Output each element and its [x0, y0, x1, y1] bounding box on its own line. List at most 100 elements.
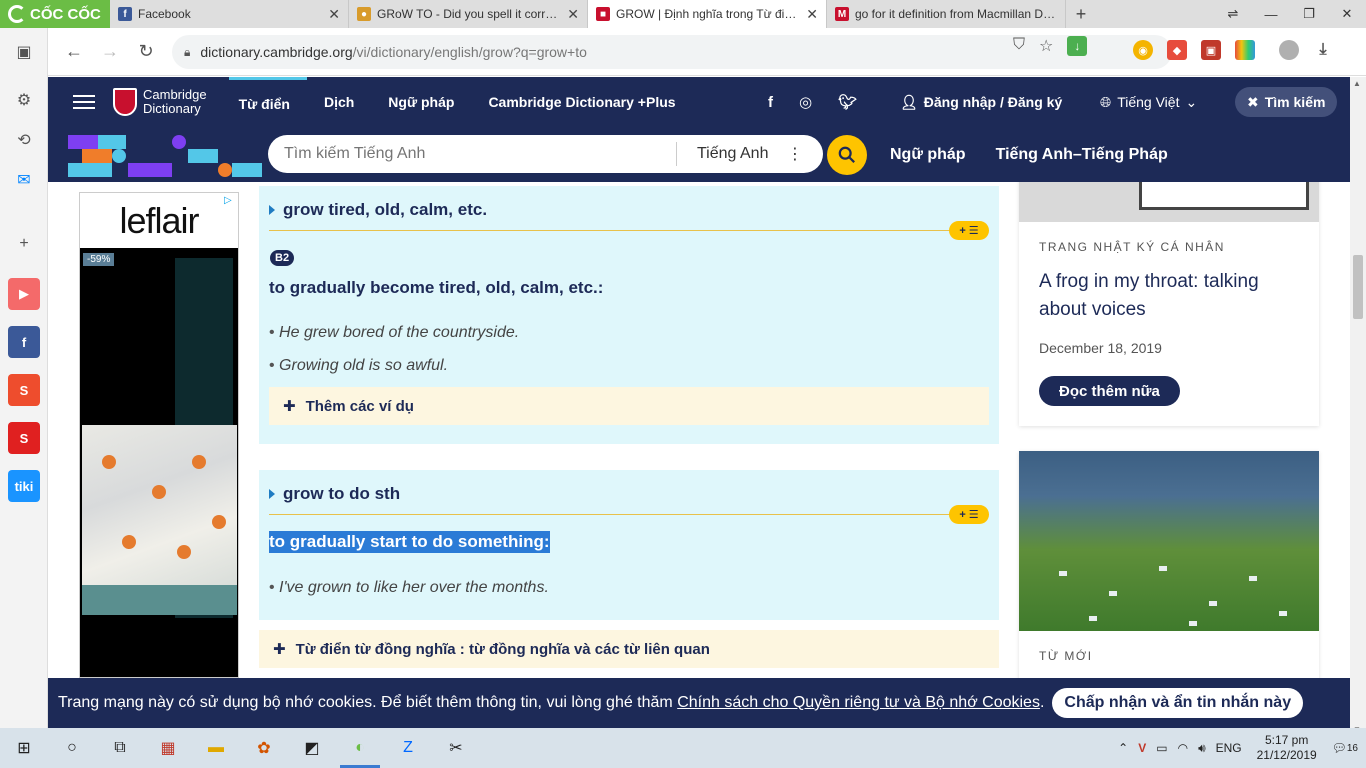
downloads-icon[interactable]: ⤓ — [1313, 40, 1333, 60]
chevron-down-icon: ⌄ — [1185, 93, 1198, 110]
paint-icon[interactable]: ✿ — [240, 728, 288, 768]
instagram-icon[interactable]: ◎ — [799, 93, 812, 111]
definition: to gradually become tired, old, calm, et… — [269, 278, 604, 297]
close-tab-icon[interactable]: ✕ — [328, 6, 340, 23]
messenger-icon[interactable]: ✉ — [8, 164, 40, 196]
chevron-up-icon[interactable]: ⌃ — [1118, 741, 1128, 755]
nav-dictionary[interactable]: Từ điển — [228, 77, 307, 127]
tab-facebook[interactable]: f Facebook ✕ — [110, 0, 349, 28]
cortana-search-icon[interactable]: ○ — [48, 728, 96, 768]
login-link[interactable]: 👤︎ Đăng nhập / Đăng ký — [900, 77, 1062, 127]
link-grammar[interactable]: Ngữ pháp — [890, 146, 966, 164]
example: Growing old is so awful. — [269, 357, 448, 375]
nav-grammar[interactable]: Ngữ pháp — [371, 77, 471, 127]
sticky-notes-icon[interactable]: ◩ — [288, 728, 336, 768]
hamburger-menu-icon[interactable] — [73, 91, 95, 113]
card-date: December 18, 2019 — [1039, 340, 1162, 356]
clock-date: 21/12/2019 — [1256, 748, 1317, 762]
windows-start-icon[interactable]: ⊞ — [0, 728, 48, 768]
new-tab-button[interactable]: + — [1066, 0, 1096, 28]
shield-icon[interactable]: ⛉ — [1013, 36, 1025, 56]
definition-highlighted: to gradually start to do something: — [269, 531, 550, 553]
new-words-card[interactable]: TỪ MỚI — [1019, 451, 1319, 678]
history-icon[interactable]: ⟲ — [8, 124, 40, 156]
menu-icon[interactable]: ⇌ — [1214, 0, 1252, 28]
link-english-french[interactable]: Tiếng Anh–Tiếng Pháp — [996, 146, 1168, 164]
clock[interactable]: 5:17 pm 21/12/2019 — [1252, 733, 1322, 763]
header-search-button[interactable]: ✖ Tìm kiếm — [1235, 87, 1338, 117]
notification-count: 16 — [1346, 742, 1358, 754]
close-tab-icon[interactable]: ✕ — [567, 6, 579, 23]
tab-grow-to[interactable]: ● GRoW TO - Did you spell it correctly? … — [349, 0, 588, 28]
scroll-up-icon[interactable]: ▲ — [1353, 79, 1361, 88]
twitter-icon[interactable]: 🐦︎ — [838, 93, 857, 111]
search-language-selector[interactable]: Tiếng Anh — [677, 145, 787, 163]
bookmark-star-icon[interactable]: ☆ — [1039, 36, 1053, 56]
cambridge-favicon-icon: ■ — [596, 7, 610, 21]
search-bar: Tiếng Anh ⋮ Ngữ pháp Tiếng Anh–Tiếng Phá… — [48, 127, 1350, 182]
cookie-policy-link[interactable]: Chính sách cho Quyền riêng tư và Bộ nhớ … — [677, 694, 1040, 711]
more-options-icon[interactable]: ⋮ — [787, 144, 803, 164]
search-input[interactable] — [268, 145, 676, 163]
ad-info-icon[interactable]: ▷ — [224, 195, 236, 207]
back-icon[interactable]: ← — [56, 41, 92, 62]
sidebar-toggle-icon[interactable]: ▣ — [8, 36, 40, 68]
facebook-icon[interactable]: f — [8, 326, 40, 358]
page-scrollbar[interactable]: ▲ ▼ — [1350, 77, 1366, 736]
guideword-text: grow tired, old, calm, etc. — [283, 200, 488, 219]
sendo-icon[interactable]: S — [8, 422, 40, 454]
minimize-icon[interactable]: — — [1252, 0, 1290, 28]
blog-card[interactable]: TRANG NHẬT KÝ CÁ NHÂN A frog in my throa… — [1019, 182, 1319, 426]
facebook-icon[interactable]: f — [768, 94, 773, 111]
shopee-icon[interactable]: S — [8, 374, 40, 406]
wifi-icon[interactable]: ◠ — [1178, 741, 1188, 755]
thesaurus-link[interactable]: ✚ Từ điển từ đồng nghĩa : từ đồng nghĩa … — [259, 630, 999, 668]
search-submit-button[interactable] — [827, 135, 867, 175]
color-ext-icon[interactable] — [1235, 40, 1255, 60]
advertisement[interactable]: leflair ▷ -59% — [79, 192, 239, 678]
close-window-icon[interactable]: ✕ — [1328, 0, 1366, 28]
youtube-icon[interactable]: ▶ — [8, 278, 40, 310]
file-explorer-icon[interactable]: ▬ — [192, 728, 240, 768]
lock-icon: 🔒︎ — [184, 44, 191, 59]
zalo-icon[interactable]: Z — [384, 728, 432, 768]
notification-icon[interactable]: 💬︎ — [1332, 741, 1347, 755]
snipping-tool-icon[interactable]: ✂ — [432, 728, 480, 768]
add-to-wordlist-button[interactable]: + ☰ — [949, 505, 989, 524]
cookie-banner: Trang mạng này có sử dụng bộ nhớ cookies… — [48, 678, 1350, 728]
media-ext-icon[interactable]: ▣ — [1201, 40, 1221, 60]
more-examples-button[interactable]: ✚ Thêm các ví dụ — [269, 387, 989, 425]
add-to-wordlist-button[interactable]: + ☰ — [949, 221, 989, 240]
input-language[interactable]: ENG — [1216, 741, 1242, 755]
volume-icon[interactable]: 🔊︎ — [1198, 741, 1206, 756]
forward-icon[interactable]: → — [92, 41, 128, 62]
tab-macmillan[interactable]: M go for it definition from Macmillan Di… — [827, 0, 1066, 28]
chrome-ext-icon[interactable]: ◉ — [1133, 40, 1153, 60]
adblock-icon[interactable]: ◆ — [1167, 40, 1187, 60]
unikey-icon[interactable]: ▦ — [144, 728, 192, 768]
scroll-thumb[interactable] — [1353, 255, 1363, 319]
nav-plus[interactable]: Cambridge Dictionary +Plus — [471, 77, 692, 127]
coccoc-taskbar-icon[interactable]: ◐ — [336, 728, 384, 768]
battery-icon[interactable]: ▭ — [1156, 741, 1167, 755]
cambridge-logo[interactable]: Cambridge Dictionary — [113, 88, 207, 116]
vietkey-icon[interactable]: V — [1138, 741, 1146, 755]
settings-icon[interactable]: ⚙ — [8, 84, 40, 116]
read-more-button[interactable]: Đọc thêm nữa — [1039, 376, 1180, 406]
maximize-icon[interactable]: ❐ — [1290, 0, 1328, 28]
tab-cambridge-grow[interactable]: ■ GROW | Định nghĩa trong Từ điển tiếng … — [588, 0, 827, 28]
avatar-icon[interactable] — [1279, 40, 1299, 60]
nav-translate[interactable]: Dịch — [307, 77, 371, 127]
add-app-icon[interactable]: + — [8, 228, 40, 260]
tab-title: GRoW TO - Did you spell it correctly? — [377, 7, 562, 21]
festival-litter-image — [1019, 451, 1319, 631]
close-tab-icon[interactable]: ✕ — [806, 6, 818, 23]
download-savior-icon[interactable]: ↓ — [1067, 36, 1088, 56]
language-selector[interactable]: 🌐︎ Tiếng Việt ⌄ — [1100, 77, 1197, 127]
task-view-icon[interactable]: ⧉ — [96, 728, 144, 768]
accept-cookies-button[interactable]: Chấp nhận và ẩn tin nhắn này — [1052, 688, 1304, 718]
tiki-icon[interactable]: tiki — [8, 470, 40, 502]
browser-brand[interactable]: CỐC CỐC — [0, 0, 110, 28]
card-title[interactable]: A frog in my throat: talking about voice… — [1039, 268, 1299, 324]
reload-icon[interactable]: ↻ — [128, 41, 164, 62]
